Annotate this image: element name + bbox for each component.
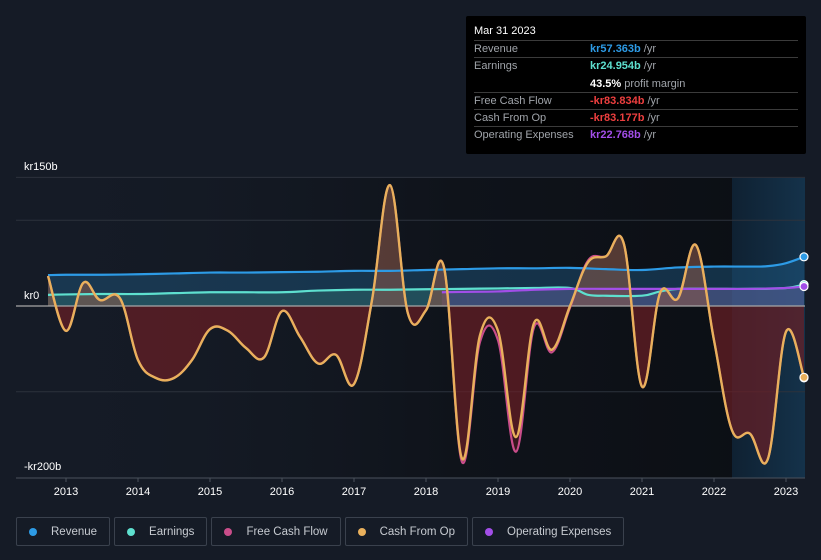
tooltip-date: Mar 31 2023 <box>474 24 798 41</box>
x-axis: 2013 2014 2015 2016 2017 2018 2019 2020 2021 2022… <box>54 478 798 498</box>
operating-expenses-endpoint <box>799 281 809 292</box>
tooltip-row-value: kr57.363b <box>590 43 641 55</box>
x-tick-label: 2018 <box>414 486 438 498</box>
tooltip-row-label <box>474 76 590 92</box>
x-tick-label: 2013 <box>54 486 78 498</box>
legend-label: Free Cash Flow <box>246 525 328 538</box>
legend-label: Cash From Op <box>379 525 456 538</box>
legend-item-free-cash-flow[interactable]: Free Cash Flow <box>211 517 341 546</box>
legend-dot-icon <box>485 527 494 536</box>
y-tick-label: -kr200b <box>24 461 61 473</box>
x-tick-label: 2016 <box>270 486 294 498</box>
tooltip-row: 43.5% profit margin <box>474 76 798 93</box>
tooltip-row-value: kr22.768b <box>590 129 641 142</box>
tooltip-row-unit: /yr <box>643 43 656 55</box>
tooltip-row-value: -kr83.177b <box>590 112 645 125</box>
tooltip-row-label: Cash From Op <box>474 112 547 125</box>
tooltip-row: Revenue kr57.363b/yr <box>474 41 798 59</box>
legend-label: Revenue <box>51 525 98 538</box>
x-tick-label: 2017 <box>342 486 366 498</box>
tooltip-row-unit: /yr <box>643 129 656 142</box>
tooltip-row-label: Earnings <box>474 60 518 73</box>
tooltip-row-label: Revenue <box>474 43 519 55</box>
tooltip-row: Earnings kr24.954b/yr <box>474 58 798 75</box>
tooltip-row-unit: /yr <box>647 94 660 107</box>
legend-dot-icon <box>127 527 136 536</box>
tooltip-row: Free Cash Flow -kr83.834b/yr <box>474 93 798 111</box>
legend-dot-icon <box>224 527 233 536</box>
legend: Revenue Earnings Free Cash Flow Cash From O… <box>16 517 625 546</box>
tooltip-row-label: Free Cash Flow <box>474 94 552 107</box>
legend-item-cash-from-op[interactable]: Cash From Op <box>344 517 469 546</box>
tooltip-row: Operating Expenses kr22.768b/yr <box>474 127 798 144</box>
revenue-endpoint <box>799 252 809 262</box>
legend-dot-icon <box>29 527 37 536</box>
legend-label: Earnings <box>149 525 195 538</box>
tooltip-row-unit: /yr <box>647 112 660 125</box>
cash-from-op-endpoint <box>799 372 809 382</box>
y-tick-label: kr150b <box>24 161 58 173</box>
x-tick-label: 2015 <box>198 486 222 498</box>
x-tick-label: 2014 <box>126 486 150 498</box>
y-tick-label: kr0 <box>24 290 39 302</box>
legend-dot-icon <box>357 527 366 536</box>
tooltip-panel: Mar 31 2023 Revenue kr57.363b/yr Earnings k… <box>466 16 806 154</box>
tooltip-row-label: Operating Expenses <box>474 129 574 142</box>
tooltip-row-unit: /yr <box>643 60 656 73</box>
x-tick-label: 2019 <box>486 486 510 498</box>
x-tick-label: 2022 <box>702 486 726 498</box>
legend-item-operating-expenses[interactable]: Operating Expenses <box>472 517 625 546</box>
tooltip-row: Cash From Op -kr83.177b/yr <box>474 110 798 128</box>
x-tick-label: 2020 <box>558 486 582 498</box>
tooltip-row-unit: profit margin <box>624 77 686 90</box>
legend-item-revenue[interactable]: Revenue <box>16 517 111 546</box>
x-tick-label: 2023 <box>774 486 798 498</box>
legend-label: Operating Expenses <box>507 525 612 538</box>
legend-item-earnings[interactable]: Earnings <box>114 517 208 546</box>
tooltip-row-value: -kr83.834b <box>590 94 645 107</box>
x-tick-label: 2021 <box>630 486 654 498</box>
past-shade <box>16 178 732 478</box>
tooltip-row-value: 43.5% <box>590 77 622 90</box>
tooltip-row-value: kr24.954b <box>590 60 641 73</box>
